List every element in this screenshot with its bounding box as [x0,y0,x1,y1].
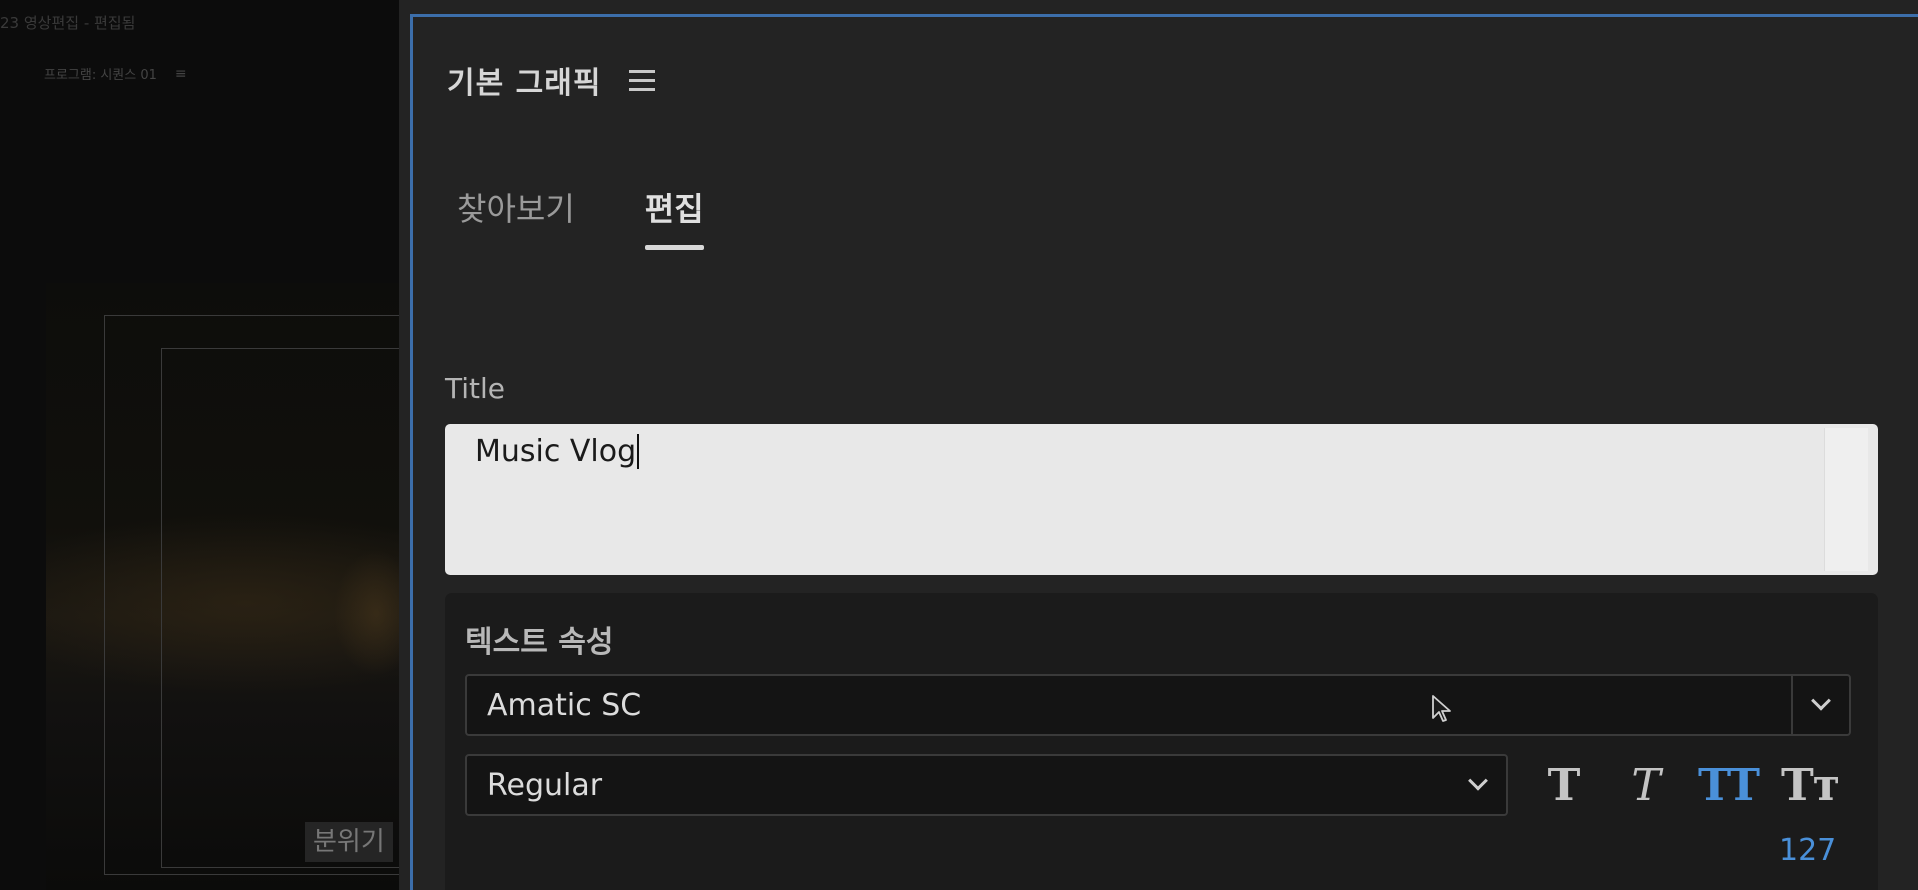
panel-tabs: 찾아보기 편집 [457,184,704,250]
font-family-dropdown[interactable]: Amatic SC [465,674,1851,736]
window-title: 23 영상편집 - 편집됨 [0,14,136,32]
font-size-value[interactable]: 127 [1779,833,1836,868]
style-dropdown-arrow[interactable] [1450,770,1506,792]
program-monitor-tab[interactable]: 프로그램: 시퀀스 01 ≡ [44,64,187,84]
font-dropdown-arrow[interactable] [1791,676,1849,734]
faux-bold-button[interactable]: T [1523,756,1605,814]
panel-header: 기본 그래픽 [447,58,656,102]
title-safe-guide [161,348,410,868]
text-properties-section: 텍스트 속성 Amatic SC Regular T T TT Tт 127 [445,593,1878,890]
font-family-value: Amatic SC [487,687,642,723]
panel-title: 기본 그래픽 [447,66,602,101]
chevron-down-icon [1811,690,1831,711]
small-caps-button[interactable]: Tт [1769,756,1851,814]
text-properties-heading: 텍스트 속성 [465,625,614,660]
title-text-value[interactable]: Music Vlog [475,434,640,469]
program-monitor: 23 영상편집 - 편집됨 프로그램: 시퀀스 01 ≡ 분위기 [0,0,410,890]
tab-browse[interactable]: 찾아보기 [457,184,575,250]
mouse-cursor-icon [1432,695,1451,722]
chevron-down-icon [1468,770,1488,791]
menu-icon[interactable]: ≡ [175,66,187,82]
faux-italic-button[interactable]: T [1605,756,1687,814]
tab-edit[interactable]: 편집 [644,184,704,250]
panel-menu-icon[interactable] [629,69,656,91]
video-caption: 분위기 [305,822,393,862]
title-field-label: Title [445,372,506,405]
title-text-input[interactable]: Music Vlog [445,424,1878,575]
font-style-dropdown[interactable]: Regular [465,754,1508,816]
font-style-value: Regular [487,767,603,803]
all-caps-button[interactable]: TT [1687,756,1769,814]
text-input-scrollbar[interactable] [1824,428,1868,571]
type-style-buttons: T T TT Tт [1523,756,1851,814]
program-tab-label: 프로그램: 시퀀스 01 [44,68,157,83]
